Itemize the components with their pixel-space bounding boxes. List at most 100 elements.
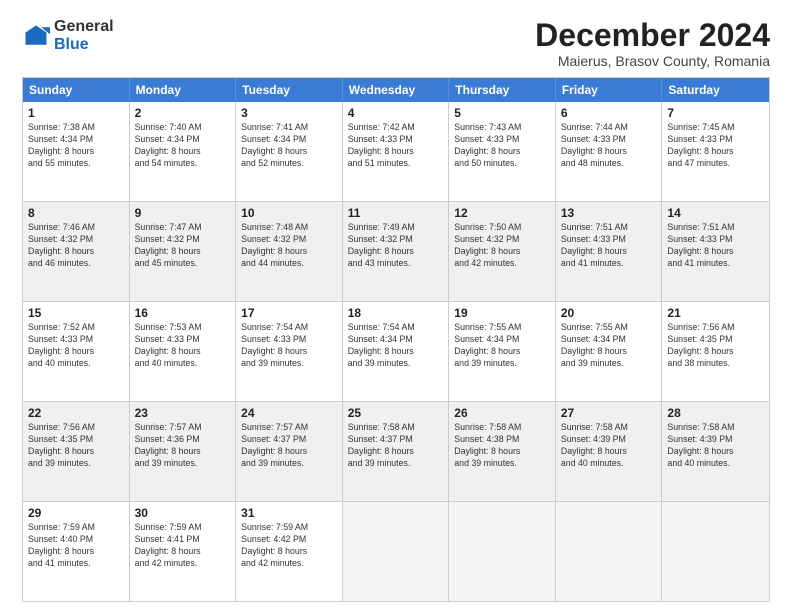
day-number: 2 (135, 106, 231, 120)
day-cell-8: 8Sunrise: 7:46 AMSunset: 4:32 PMDaylight… (23, 202, 130, 301)
cell-info-line: Sunrise: 7:59 AM (28, 522, 124, 534)
header-day-thursday: Thursday (449, 78, 556, 102)
cell-info-line: Daylight: 8 hours (241, 246, 337, 258)
day-cell-16: 16Sunrise: 7:53 AMSunset: 4:33 PMDayligh… (130, 302, 237, 401)
cell-info-line: and 54 minutes. (135, 158, 231, 170)
cell-info-line: Sunrise: 7:44 AM (561, 122, 657, 134)
day-number: 22 (28, 406, 124, 420)
cell-info-line: Sunrise: 7:58 AM (454, 422, 550, 434)
calendar-header: SundayMondayTuesdayWednesdayThursdayFrid… (23, 78, 769, 102)
cell-info-line: Sunrise: 7:56 AM (667, 322, 764, 334)
cell-info-line: Daylight: 8 hours (667, 246, 764, 258)
cell-info-line: and 47 minutes. (667, 158, 764, 170)
cell-info-line: Sunrise: 7:46 AM (28, 222, 124, 234)
day-cell-7: 7Sunrise: 7:45 AMSunset: 4:33 PMDaylight… (662, 102, 769, 201)
cell-info-line: Daylight: 8 hours (561, 446, 657, 458)
day-number: 17 (241, 306, 337, 320)
cell-info-line: and 42 minutes. (241, 558, 337, 570)
cell-info-line: and 50 minutes. (454, 158, 550, 170)
cell-info-line: Sunset: 4:34 PM (454, 334, 550, 346)
cell-info-line: Sunrise: 7:45 AM (667, 122, 764, 134)
cell-info-line: Sunset: 4:35 PM (28, 434, 124, 446)
day-cell-21: 21Sunrise: 7:56 AMSunset: 4:35 PMDayligh… (662, 302, 769, 401)
calendar-body: 1Sunrise: 7:38 AMSunset: 4:34 PMDaylight… (23, 102, 769, 601)
cell-info-line: Sunrise: 7:38 AM (28, 122, 124, 134)
title-block: December 2024 Maierus, Brasov County, Ro… (535, 18, 770, 69)
cell-info-line: Sunrise: 7:42 AM (348, 122, 444, 134)
cell-info-line: Sunrise: 7:56 AM (28, 422, 124, 434)
day-number: 19 (454, 306, 550, 320)
day-cell-2: 2Sunrise: 7:40 AMSunset: 4:34 PMDaylight… (130, 102, 237, 201)
cell-info-line: and 42 minutes. (135, 558, 231, 570)
day-cell-11: 11Sunrise: 7:49 AMSunset: 4:32 PMDayligh… (343, 202, 450, 301)
day-number: 1 (28, 106, 124, 120)
cell-info-line: and 40 minutes. (28, 358, 124, 370)
cell-info-line: Daylight: 8 hours (28, 546, 124, 558)
day-number: 28 (667, 406, 764, 420)
day-number: 11 (348, 206, 444, 220)
logo: General Blue (22, 18, 114, 53)
cell-info-line: Daylight: 8 hours (454, 346, 550, 358)
cell-info-line: Sunset: 4:33 PM (28, 334, 124, 346)
month-title: December 2024 (535, 18, 770, 53)
cell-info-line: Sunrise: 7:51 AM (667, 222, 764, 234)
day-cell-5: 5Sunrise: 7:43 AMSunset: 4:33 PMDaylight… (449, 102, 556, 201)
cell-info-line: Sunrise: 7:49 AM (348, 222, 444, 234)
cell-info-line: Sunset: 4:33 PM (241, 334, 337, 346)
cell-info-line: Sunset: 4:34 PM (135, 134, 231, 146)
cell-info-line: Daylight: 8 hours (348, 446, 444, 458)
logo-blue: Blue (54, 36, 89, 53)
day-cell-28: 28Sunrise: 7:58 AMSunset: 4:39 PMDayligh… (662, 402, 769, 501)
day-number: 13 (561, 206, 657, 220)
day-cell-4: 4Sunrise: 7:42 AMSunset: 4:33 PMDaylight… (343, 102, 450, 201)
cell-info-line: and 40 minutes. (667, 458, 764, 470)
header-day-friday: Friday (556, 78, 663, 102)
cell-info-line: Daylight: 8 hours (348, 346, 444, 358)
cell-info-line: Sunset: 4:33 PM (135, 334, 231, 346)
cell-info-line: and 38 minutes. (667, 358, 764, 370)
cell-info-line: Daylight: 8 hours (454, 246, 550, 258)
day-cell-24: 24Sunrise: 7:57 AMSunset: 4:37 PMDayligh… (236, 402, 343, 501)
cell-info-line: Daylight: 8 hours (28, 346, 124, 358)
day-number: 3 (241, 106, 337, 120)
cell-info-line: and 39 minutes. (135, 458, 231, 470)
day-cell-18: 18Sunrise: 7:54 AMSunset: 4:34 PMDayligh… (343, 302, 450, 401)
day-number: 5 (454, 106, 550, 120)
cell-info-line: and 39 minutes. (348, 458, 444, 470)
cell-info-line: Daylight: 8 hours (667, 346, 764, 358)
day-cell-13: 13Sunrise: 7:51 AMSunset: 4:33 PMDayligh… (556, 202, 663, 301)
cell-info-line: Sunset: 4:32 PM (348, 234, 444, 246)
day-number: 4 (348, 106, 444, 120)
empty-cell (343, 502, 450, 601)
cell-info-line: and 39 minutes. (241, 358, 337, 370)
cell-info-line: and 40 minutes. (561, 458, 657, 470)
logo-text: General Blue (54, 18, 114, 53)
cell-info-line: and 39 minutes. (348, 358, 444, 370)
header-day-monday: Monday (130, 78, 237, 102)
page: General Blue December 2024 Maierus, Bras… (0, 0, 792, 612)
cell-info-line: Sunrise: 7:58 AM (561, 422, 657, 434)
header-day-wednesday: Wednesday (343, 78, 450, 102)
cell-info-line: and 43 minutes. (348, 258, 444, 270)
day-cell-6: 6Sunrise: 7:44 AMSunset: 4:33 PMDaylight… (556, 102, 663, 201)
cell-info-line: Sunset: 4:42 PM (241, 534, 337, 546)
header: General Blue December 2024 Maierus, Bras… (22, 18, 770, 69)
cell-info-line: Sunrise: 7:47 AM (135, 222, 231, 234)
cell-info-line: Daylight: 8 hours (241, 346, 337, 358)
day-cell-3: 3Sunrise: 7:41 AMSunset: 4:34 PMDaylight… (236, 102, 343, 201)
cell-info-line: Daylight: 8 hours (348, 146, 444, 158)
day-cell-17: 17Sunrise: 7:54 AMSunset: 4:33 PMDayligh… (236, 302, 343, 401)
cell-info-line: Sunset: 4:34 PM (348, 334, 444, 346)
day-number: 15 (28, 306, 124, 320)
cell-info-line: and 39 minutes. (561, 358, 657, 370)
cell-info-line: Daylight: 8 hours (241, 146, 337, 158)
cell-info-line: and 51 minutes. (348, 158, 444, 170)
cell-info-line: and 39 minutes. (454, 358, 550, 370)
day-number: 14 (667, 206, 764, 220)
day-cell-26: 26Sunrise: 7:58 AMSunset: 4:38 PMDayligh… (449, 402, 556, 501)
cell-info-line: Sunset: 4:39 PM (667, 434, 764, 446)
day-cell-10: 10Sunrise: 7:48 AMSunset: 4:32 PMDayligh… (236, 202, 343, 301)
cell-info-line: Daylight: 8 hours (135, 246, 231, 258)
day-cell-14: 14Sunrise: 7:51 AMSunset: 4:33 PMDayligh… (662, 202, 769, 301)
cell-info-line: Daylight: 8 hours (454, 146, 550, 158)
